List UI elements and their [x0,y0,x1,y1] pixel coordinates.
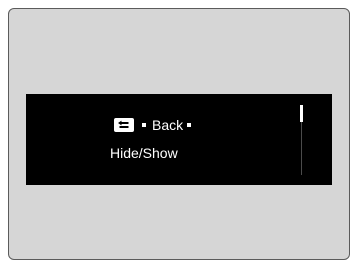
menu-scrollbar[interactable] [300,105,303,175]
left-selection-marker [142,123,146,127]
right-selection-marker [187,123,192,127]
back-arrow-icon [114,118,134,132]
display-frame: Back Hide/Show [8,8,350,260]
hide-show-label: Hide/Show [110,145,178,161]
back-menu-item[interactable]: Back [114,114,192,136]
scroll-thumb[interactable] [300,105,303,122]
hide-show-menu-item[interactable]: Hide/Show [110,146,178,160]
menu-screen: Back Hide/Show [26,94,332,185]
back-label: Back [152,117,184,133]
